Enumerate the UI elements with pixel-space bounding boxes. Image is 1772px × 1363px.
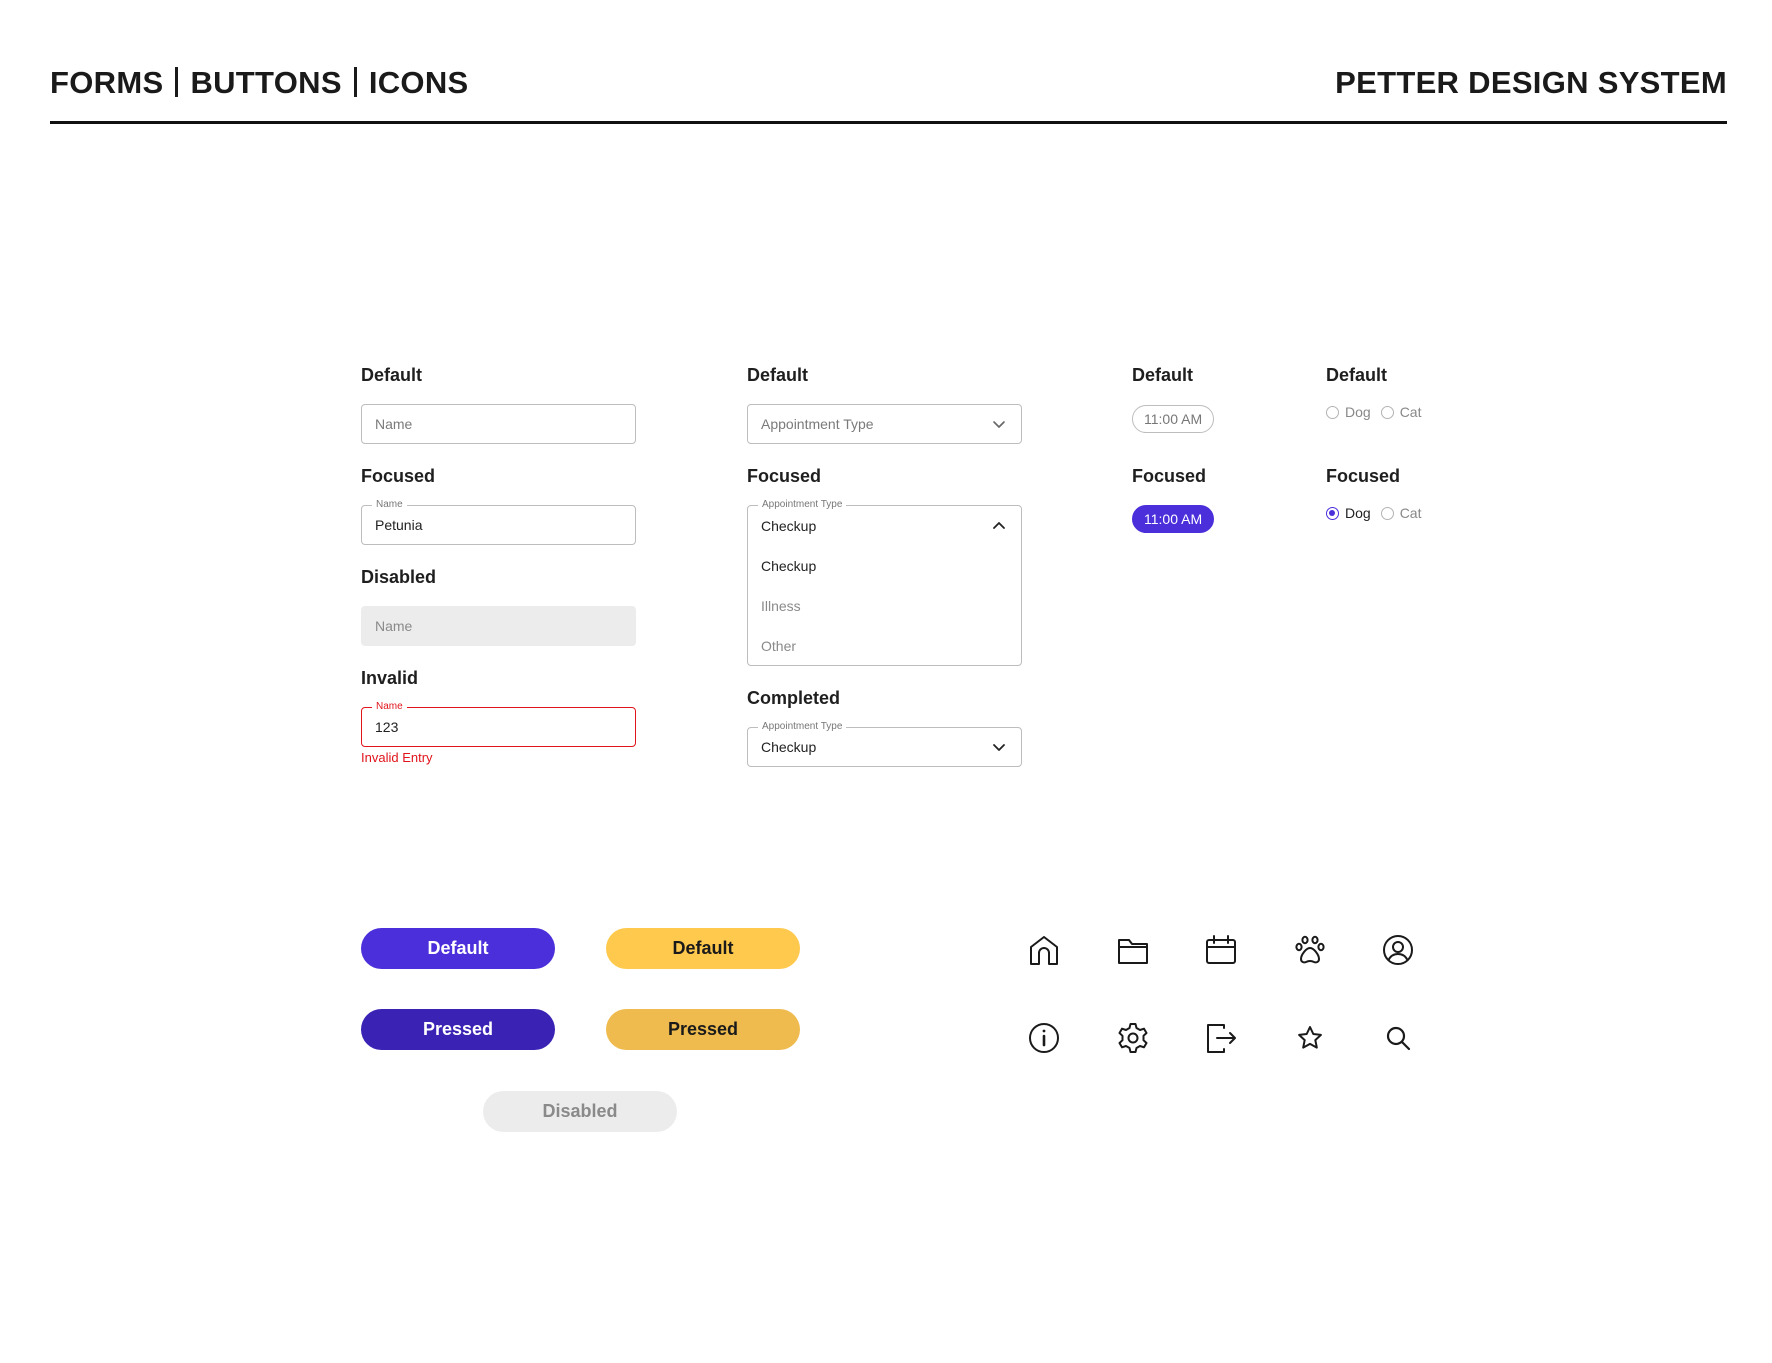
name-floating-label: Name [372, 499, 407, 511]
dropdown-value: Checkup [761, 518, 817, 534]
radio-circle-selected [1326, 506, 1339, 520]
name-value: Petunia [375, 517, 423, 533]
time-chip-default-label: Default [1132, 365, 1194, 385]
radio-label: Cat [1399, 404, 1422, 420]
title-divider [175, 67, 179, 97]
appointment-type-dropdown-default[interactable]: Appointment Type [747, 404, 1022, 444]
pet-type-radio-group-default: Dog Cat [1326, 404, 1431, 420]
radio-label: Cat [1399, 505, 1422, 521]
radio-option-dog[interactable]: Dog [1326, 404, 1371, 420]
dropdown-option-other[interactable]: Other [748, 626, 1021, 666]
star-icon[interactable] [1292, 1020, 1328, 1056]
title-forms: FORMS [50, 65, 164, 100]
header-divider [50, 121, 1727, 124]
text-input-default-label: Default [361, 365, 423, 385]
time-chip-focused-label: Focused [1132, 466, 1207, 486]
dropdown-selected[interactable]: Appointment Type Checkup [748, 499, 1021, 546]
radio-label: Dog [1345, 404, 1371, 420]
name-input-focused[interactable]: Name Petunia [361, 499, 636, 545]
radio-focused-label: Focused [1326, 466, 1401, 486]
disabled-button: Disabled [483, 1091, 677, 1132]
dropdown-option-illness[interactable]: Illness [748, 586, 1021, 626]
gear-icon[interactable] [1115, 1020, 1151, 1056]
home-icon[interactable] [1026, 932, 1062, 968]
radio-circle [1380, 506, 1394, 520]
radio-option-cat[interactable]: Cat [1380, 404, 1422, 420]
pet-type-radio-group-focused: Dog Cat [1326, 505, 1431, 521]
secondary-button-pressed[interactable]: Pressed [606, 1009, 800, 1050]
dropdown-value: Checkup [761, 739, 817, 755]
radio-circle [1380, 405, 1394, 419]
secondary-button-default[interactable]: Default [606, 928, 800, 969]
chevron-down-icon [993, 421, 1005, 428]
title-divider [353, 67, 357, 97]
appointment-type-dropdown-completed[interactable]: Appointment Type Checkup [747, 721, 1022, 767]
time-chip-default[interactable]: 11:00 AM [1132, 405, 1215, 433]
user-circle-icon[interactable] [1380, 932, 1416, 968]
name-placeholder: Name [375, 416, 413, 432]
dropdown-placeholder: Appointment Type [761, 416, 874, 432]
page-title: FORMS BUTTONS ICONS [50, 64, 469, 102]
error-message: Invalid Entry [361, 750, 433, 765]
text-input-disabled-label: Disabled [361, 567, 437, 587]
radio-circle [1326, 405, 1339, 419]
name-input-default[interactable]: Name [361, 404, 636, 444]
name-input-invalid[interactable]: Name 123 [361, 701, 636, 747]
title-icons: ICONS [368, 65, 469, 100]
dropdown-option-checkup[interactable]: Checkup [748, 546, 1021, 586]
dropdown-completed-label: Completed [747, 688, 841, 708]
name-floating-label: Name [372, 701, 407, 713]
dropdown-default-label: Default [747, 365, 809, 385]
primary-button-default[interactable]: Default [361, 928, 555, 969]
name-input-disabled: Name [361, 606, 636, 646]
calendar-icon[interactable] [1203, 932, 1239, 968]
radio-default-label: Default [1326, 365, 1388, 385]
dropdown-focused-label: Focused [747, 466, 822, 486]
appointment-type-dropdown-open[interactable]: Appointment Type Checkup Checkup Illness… [747, 499, 1022, 666]
paw-icon[interactable] [1292, 932, 1328, 968]
info-icon[interactable] [1026, 1020, 1062, 1056]
logout-icon[interactable] [1203, 1020, 1239, 1056]
dropdown-floating-label: Appointment Type [758, 721, 847, 733]
name-placeholder: Name [375, 618, 413, 634]
primary-button-pressed[interactable]: Pressed [361, 1009, 555, 1050]
time-chip-focused[interactable]: 11:00 AM [1132, 505, 1215, 533]
chevron-up-icon [993, 522, 1005, 529]
title-buttons: BUTTONS [190, 65, 342, 100]
radio-option-cat[interactable]: Cat [1380, 505, 1422, 521]
text-input-invalid-label: Invalid [361, 668, 419, 688]
text-input-focused-label: Focused [361, 466, 436, 486]
dropdown-floating-label: Appointment Type [758, 499, 847, 511]
search-icon[interactable] [1380, 1020, 1416, 1056]
name-value: 123 [375, 719, 399, 735]
chevron-down-icon [993, 744, 1005, 751]
radio-label: Dog [1345, 505, 1371, 521]
design-system-name: PETTER DESIGN SYSTEM [1335, 65, 1727, 100]
radio-option-dog-selected[interactable]: Dog [1326, 505, 1371, 521]
folder-icon[interactable] [1115, 932, 1151, 968]
